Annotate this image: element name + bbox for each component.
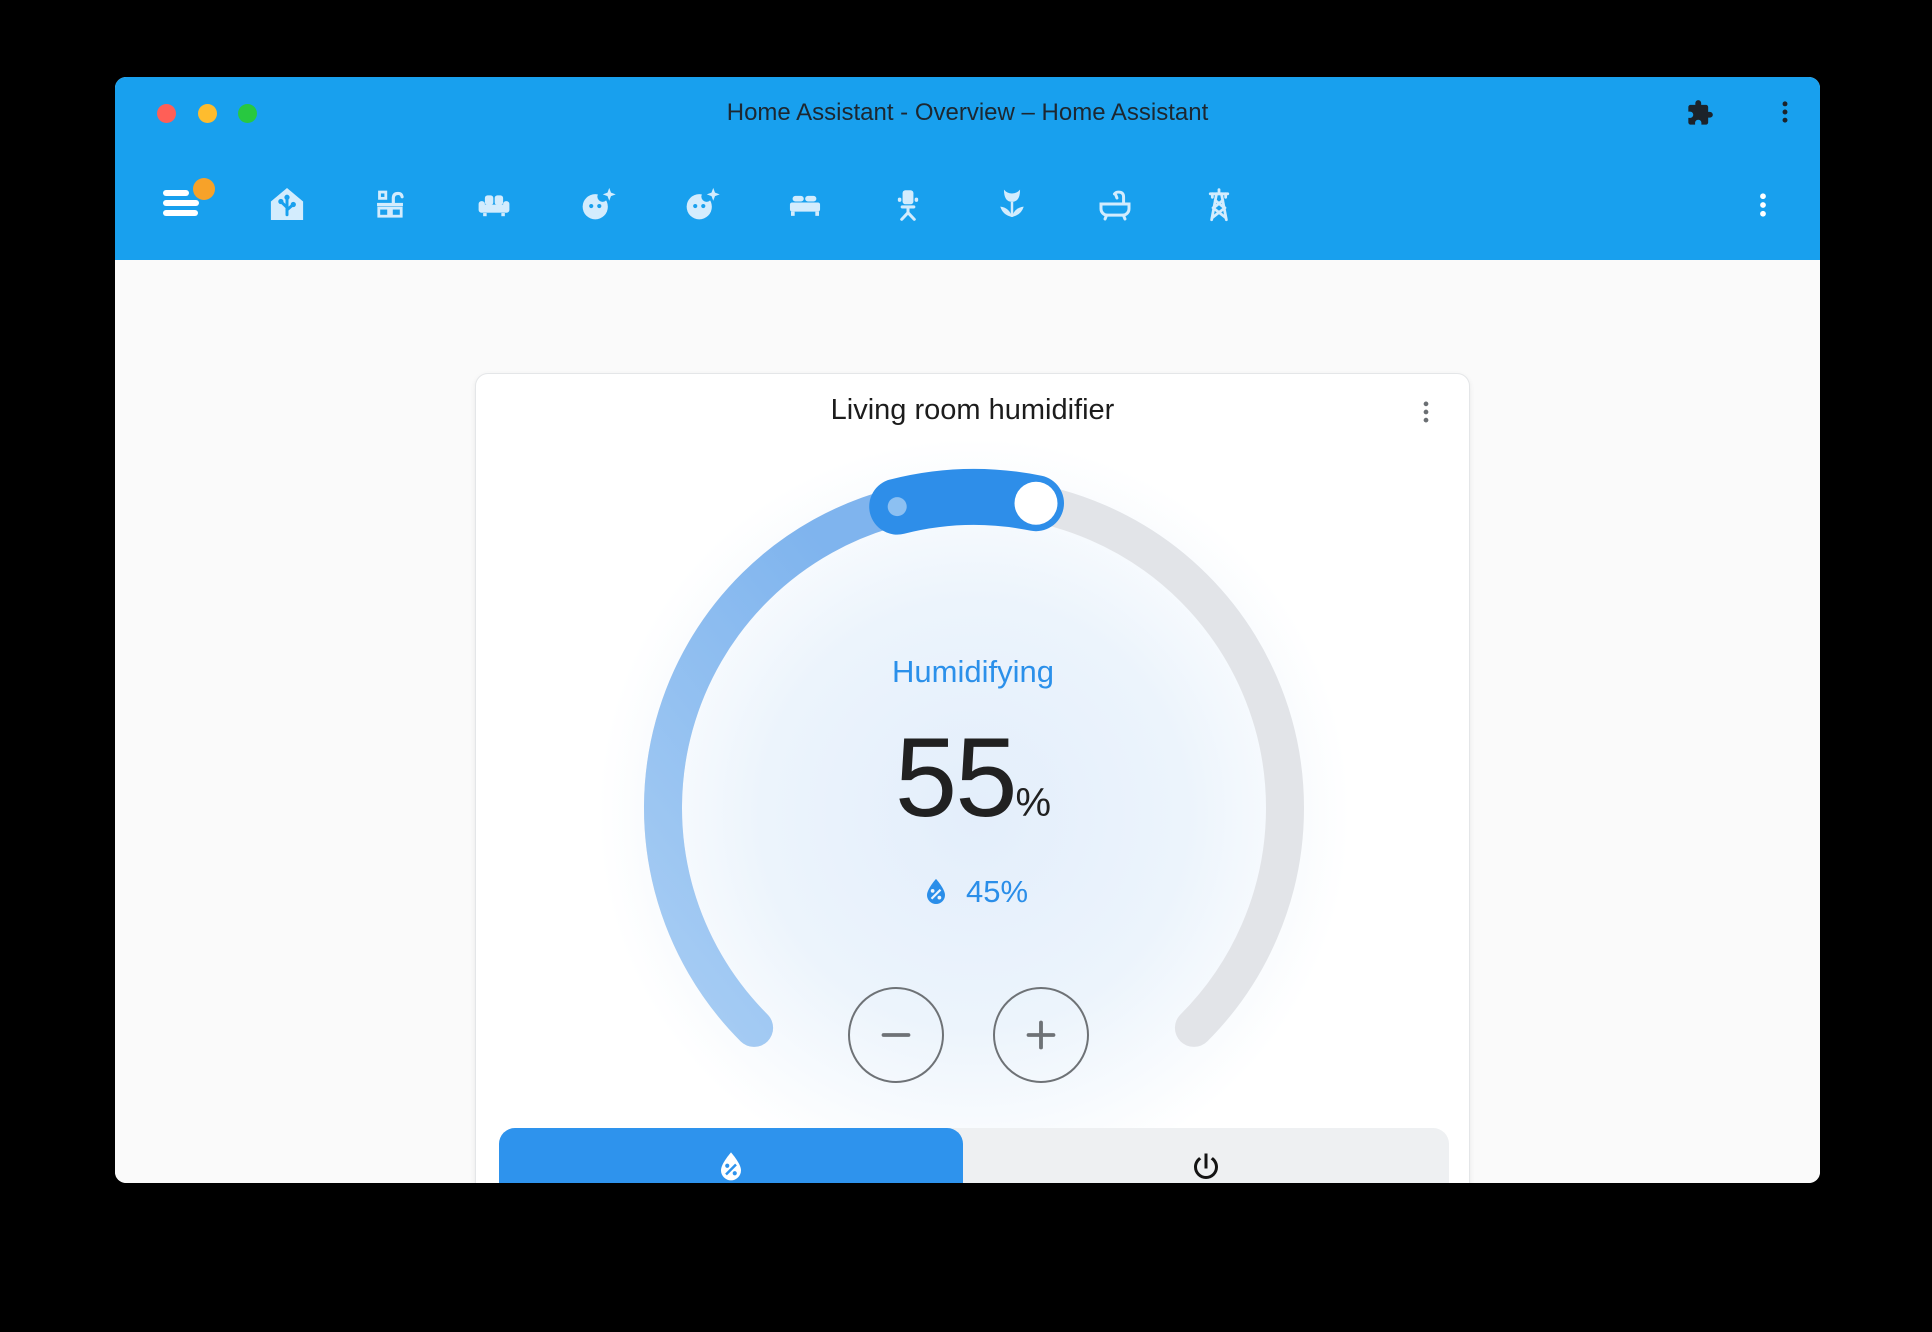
increase-humidity-button[interactable] <box>993 987 1089 1083</box>
bed-icon <box>784 184 826 226</box>
sidebar-menu-button[interactable] <box>131 149 235 260</box>
home-assistant-logo-icon <box>266 184 308 226</box>
app-header: Home Assistant - Overview – Home Assista… <box>115 77 1820 260</box>
screen: Home Assistant - Overview – Home Assista… <box>0 0 1932 1332</box>
notification-badge <box>193 178 215 200</box>
tab-bathroom[interactable] <box>1063 149 1167 260</box>
water-percent-icon <box>711 1147 751 1183</box>
mode-button-row <box>499 1128 1449 1183</box>
tab-kid-room-2[interactable] <box>649 149 753 260</box>
kitchen-countertop-icon <box>369 184 411 226</box>
window-title: Home Assistant - Overview – Home Assista… <box>115 77 1820 149</box>
card-menu-button[interactable] <box>1402 386 1450 438</box>
dots-vertical-icon <box>1411 397 1441 427</box>
dots-vertical-icon <box>1748 190 1778 220</box>
window-titlebar: Home Assistant - Overview – Home Assista… <box>115 77 1820 149</box>
tab-bar <box>115 149 1820 260</box>
puzzle-extension-icon[interactable] <box>1686 99 1714 127</box>
decrease-humidity-button[interactable] <box>848 987 944 1083</box>
gauge-readout: Humidifying 55% 45% <box>723 654 1223 910</box>
state-label: Humidifying <box>723 654 1223 690</box>
dashboard-view: Living room humidifier Humidifying 55% <box>115 260 1820 1183</box>
current-humidity-value: 55% <box>723 722 1223 834</box>
power-icon <box>1188 1149 1224 1183</box>
transmission-tower-icon <box>1198 184 1240 226</box>
tab-home[interactable] <box>235 149 339 260</box>
face-shimmer-icon <box>576 184 618 226</box>
tab-bedroom[interactable] <box>753 149 857 260</box>
plus-icon <box>1018 1012 1064 1058</box>
browser-menu-dots-icon[interactable] <box>1771 98 1799 126</box>
menu-icon <box>163 190 203 220</box>
minus-icon <box>873 1012 919 1058</box>
target-humidity-row: 45% <box>723 874 1223 910</box>
humidify-mode-button[interactable] <box>499 1128 963 1183</box>
slider-target-dot <box>888 497 907 516</box>
face-shimmer-icon <box>680 184 722 226</box>
card-title: Living room humidifier <box>476 394 1469 427</box>
tulip-icon <box>991 184 1033 226</box>
slider-handle[interactable] <box>1015 482 1058 525</box>
tab-energy[interactable] <box>1167 149 1271 260</box>
tab-living-room[interactable] <box>442 149 546 260</box>
tab-office[interactable] <box>856 149 960 260</box>
tab-garden[interactable] <box>960 149 1064 260</box>
desk-chair-icon <box>887 184 929 226</box>
browser-window: Home Assistant - Overview – Home Assista… <box>115 77 1820 1183</box>
target-humidity-value: 45% <box>966 874 1028 910</box>
humidifier-card: Living room humidifier Humidifying 55% <box>475 373 1470 1183</box>
tab-kitchen[interactable] <box>338 149 442 260</box>
current-humidity-unit: % <box>1016 781 1052 825</box>
sofa-icon <box>473 184 515 226</box>
power-off-button[interactable] <box>963 1128 1449 1183</box>
bathtub-icon <box>1094 184 1136 226</box>
tab-overflow-menu[interactable] <box>1735 149 1791 260</box>
tab-kid-room-1[interactable] <box>545 149 649 260</box>
water-percent-icon <box>918 874 954 910</box>
